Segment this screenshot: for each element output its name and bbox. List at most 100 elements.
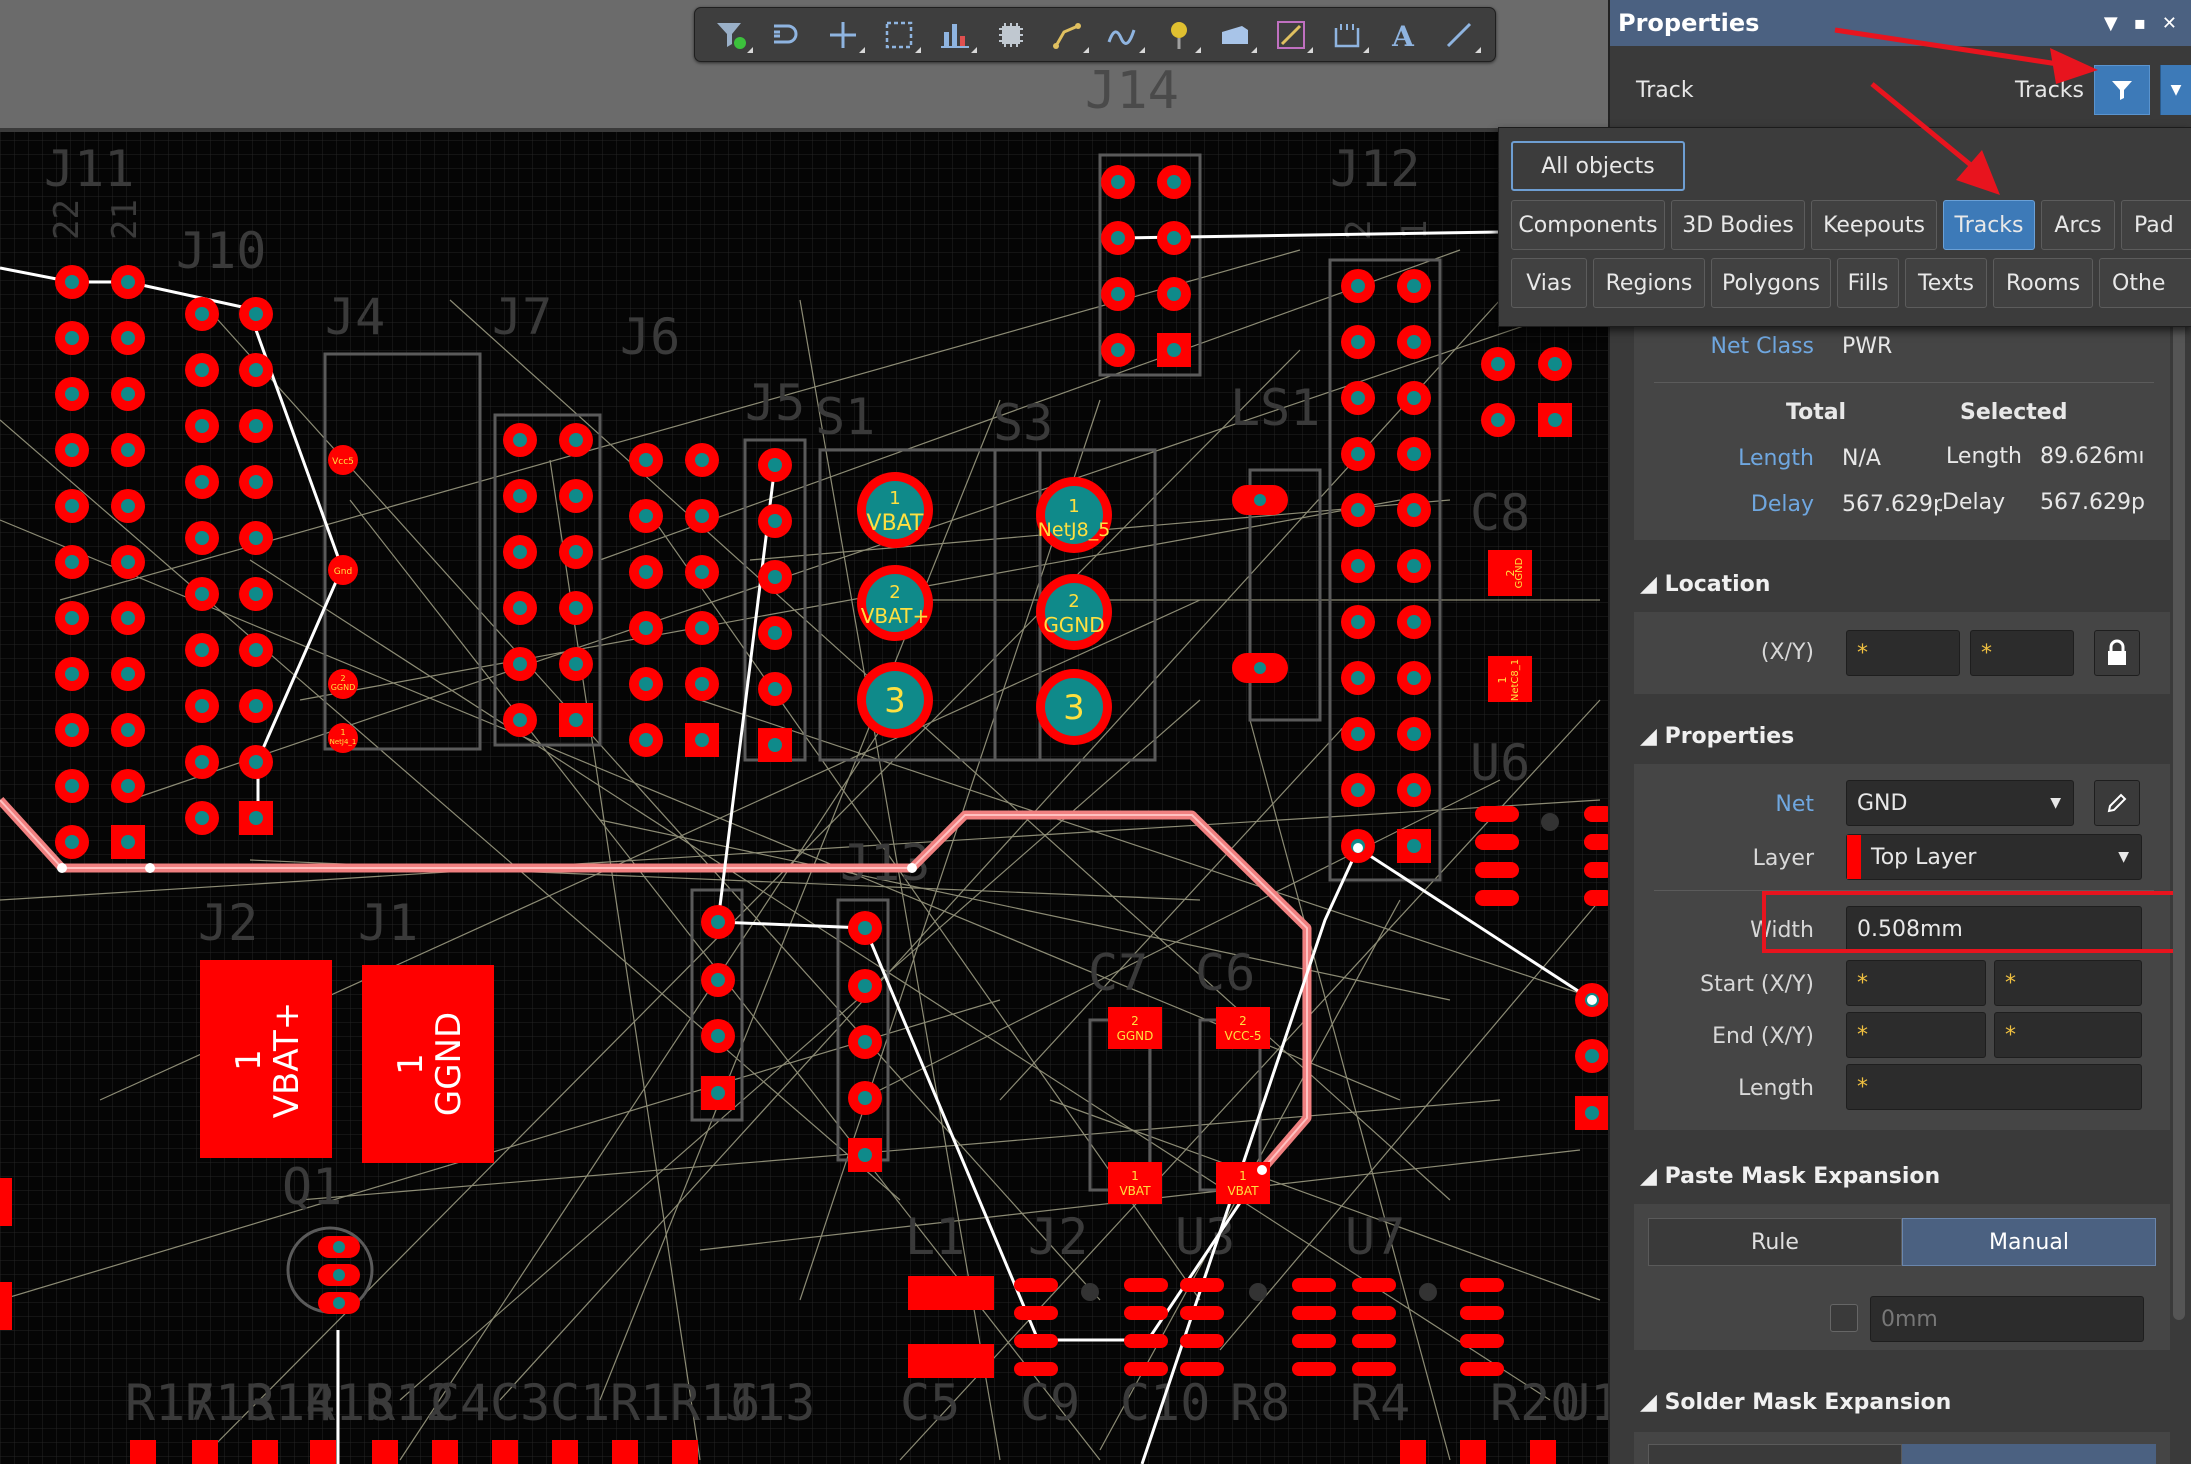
route-icon[interactable]	[759, 11, 815, 59]
lock-button[interactable]	[2094, 630, 2140, 676]
board-title: J14	[1085, 61, 1179, 121]
chip-other[interactable]: Othe	[2099, 258, 2191, 308]
location-header[interactable]: ◢ Location	[1640, 572, 1770, 597]
pin-panel-icon[interactable]: ▪	[2134, 13, 2146, 34]
svg-text:1: 1	[1131, 1169, 1139, 1183]
designator: C5	[900, 1374, 960, 1432]
panel-scrollbar[interactable]	[2173, 320, 2185, 1320]
s1-pads[interactable]: 1 VBAT 2 VBAT+ 3	[857, 472, 933, 738]
chip-pads[interactable]: Pad	[2121, 200, 2191, 250]
svg-text:1: 1	[1395, 220, 1435, 240]
chip-vias[interactable]: Vias	[1511, 258, 1587, 308]
solder-manual-toggle[interactable]	[1902, 1444, 2156, 1464]
string-icon[interactable]	[1263, 11, 1319, 59]
rule-toggle[interactable]: Rule	[1648, 1218, 1902, 1266]
chip-icon[interactable]	[983, 11, 1039, 59]
svg-text:3: 3	[884, 681, 906, 721]
panel-menu-icon[interactable]: ▼	[2104, 13, 2118, 34]
close-icon[interactable]: ✕	[2162, 13, 2177, 34]
chart-icon[interactable]	[927, 11, 983, 59]
chip-components[interactable]: Components	[1511, 200, 1665, 250]
s3-pads[interactable]: 1 NetJ8_5 2 GGND 3	[1036, 477, 1112, 745]
pcb-canvas[interactable]: J14 J11 J10 J4 J7 J6 J5 S1 S3 LS1 J12 C8…	[0, 0, 1610, 1464]
svg-text:2: 2	[1068, 591, 1079, 612]
svg-text:21: 21	[105, 199, 145, 240]
select-rect-icon[interactable]	[871, 11, 927, 59]
selected-header: Selected	[1960, 400, 2068, 425]
component-icon[interactable]	[1319, 11, 1375, 59]
solder-rule-toggle[interactable]	[1648, 1444, 1902, 1464]
start-y-field[interactable]: *	[1994, 960, 2142, 1006]
svg-text:Gnd: Gnd	[334, 567, 352, 577]
svg-text:1: 1	[391, 1053, 431, 1075]
svg-text:1: 1	[229, 1049, 269, 1071]
filter-icon[interactable]	[703, 11, 759, 59]
designator: U7	[1345, 1208, 1405, 1266]
total-header: Total	[1786, 400, 1847, 425]
chip-tracks[interactable]: Tracks	[1943, 200, 2035, 250]
panel-header: Properties ▼ ▪ ✕	[1610, 0, 2191, 46]
chip-texts[interactable]: Texts	[1905, 258, 1987, 308]
length-selected-label: Length	[1946, 444, 2022, 469]
delay-total: 567.629p	[1842, 492, 1942, 517]
filter-dropdown-arrow[interactable]: ▼	[2160, 65, 2191, 115]
svg-text:VBAT+: VBAT+	[267, 1002, 307, 1118]
j2-pad[interactable]: 1 VBAT+	[200, 960, 332, 1158]
net-class-value: PWR	[1842, 334, 1893, 359]
svg-text:NetJ4_1: NetJ4_1	[330, 738, 357, 746]
svg-text:1: 1	[1496, 677, 1509, 684]
chip-all-objects[interactable]: All objects	[1511, 141, 1685, 191]
designator: J11	[44, 140, 134, 198]
net-select[interactable]: GND ▼	[1846, 780, 2074, 826]
pin-icon[interactable]	[1151, 11, 1207, 59]
polygon-icon[interactable]	[1207, 11, 1263, 59]
solder-mask-header[interactable]: ◢ Solder Mask Expansion	[1640, 1390, 1951, 1415]
width-highlight-box	[1762, 891, 2178, 953]
track-length-label: Length	[1738, 1076, 1814, 1101]
paste-mask-header[interactable]: ◢ Paste Mask Expansion	[1640, 1164, 1940, 1189]
pencil-icon	[2107, 793, 2127, 813]
line-icon[interactable]	[1431, 11, 1487, 59]
chip-keepouts[interactable]: Keepouts	[1811, 200, 1937, 250]
text-icon[interactable]: A	[1375, 11, 1431, 59]
designator: U1	[1560, 1374, 1610, 1432]
location-y-field[interactable]: *	[1970, 630, 2074, 676]
layer-color-swatch	[1847, 835, 1861, 879]
svg-text:1: 1	[889, 488, 900, 509]
designator: C1	[550, 1374, 610, 1432]
designator: J7	[492, 288, 552, 346]
paste-mask-checkbox[interactable]	[1830, 1304, 1858, 1332]
net-class-label: Net Class	[1710, 334, 1815, 359]
designator: C10	[1120, 1374, 1210, 1432]
location-x-field[interactable]: *	[1846, 630, 1960, 676]
net-edit-button[interactable]	[2094, 780, 2140, 826]
end-x-field[interactable]: *	[1846, 1012, 1986, 1058]
properties-header[interactable]: ◢ Properties	[1640, 724, 1794, 749]
chip-regions[interactable]: Regions	[1593, 258, 1705, 308]
chip-fills[interactable]: Fills	[1837, 258, 1899, 308]
object-type-row: Track Tracks ▼	[1610, 46, 2191, 134]
filter-button[interactable]	[2094, 65, 2150, 115]
chip-3d-bodies[interactable]: 3D Bodies	[1671, 200, 1805, 250]
layer-select[interactable]: Top Layer ▼	[1846, 834, 2142, 880]
j1-pad[interactable]: 1 GGND	[362, 965, 494, 1163]
designator: S1	[815, 388, 875, 446]
chip-polygons[interactable]: Polygons	[1711, 258, 1831, 308]
designator: J12	[1330, 140, 1420, 198]
pcb-board[interactable]: J14 J11 J10 J4 J7 J6 J5 S1 S3 LS1 J12 C8…	[0, 0, 1610, 1464]
panel-title: Properties	[1618, 9, 1760, 37]
diff-pair-icon[interactable]	[1095, 11, 1151, 59]
q1-pads[interactable]	[318, 1236, 360, 1314]
designator: J1	[358, 894, 418, 952]
interactive-route-icon[interactable]	[1039, 11, 1095, 59]
manual-toggle[interactable]: Manual	[1902, 1218, 2156, 1266]
end-y-field[interactable]: *	[1994, 1012, 2142, 1058]
start-x-field[interactable]: *	[1846, 960, 1986, 1006]
cross-icon[interactable]	[815, 11, 871, 59]
chip-rooms[interactable]: Rooms	[1993, 258, 2093, 308]
layer-label: Layer	[1752, 846, 1814, 871]
chip-arcs[interactable]: Arcs	[2041, 200, 2115, 250]
right-edge-pads[interactable]	[1575, 983, 1609, 1130]
track-length-field[interactable]: *	[1846, 1064, 2142, 1110]
paste-mask-value-field[interactable]: 0mm	[1870, 1296, 2144, 1342]
